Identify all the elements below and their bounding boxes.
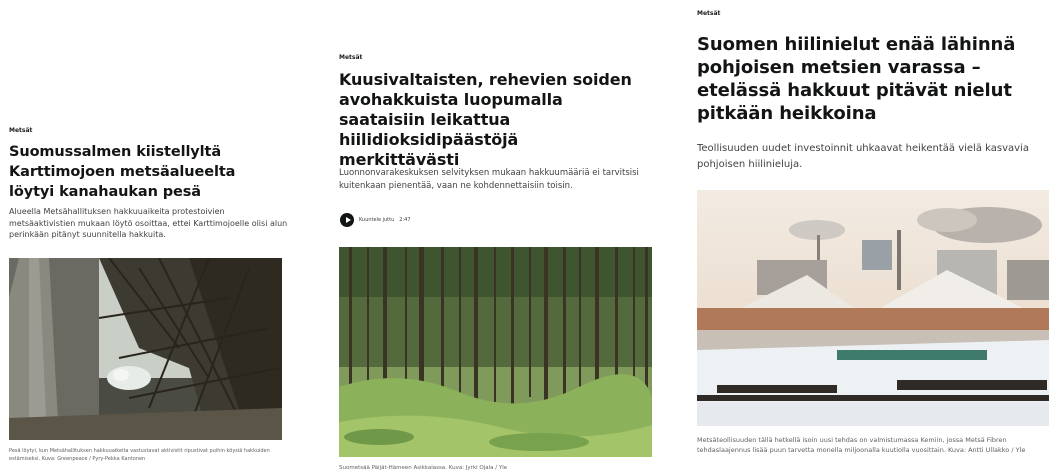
- listen-audio-button[interactable]: Kuuntele juttu 2:47: [340, 213, 411, 227]
- article-title[interactable]: Kuusivaltaisten, rehevien soiden avohakk…: [339, 70, 639, 170]
- article-image[interactable]: [697, 190, 1049, 426]
- article-image[interactable]: [339, 247, 652, 457]
- image-caption: Pesä löytyi, kun Metsähallituksen hakkuu…: [9, 448, 270, 462]
- article-title[interactable]: Suomen hiilinielut enää lähinnä pohjoise…: [697, 33, 1042, 125]
- listen-duration: 2:47: [399, 217, 411, 223]
- listen-label[interactable]: Kuuntele juttu: [359, 217, 394, 223]
- category-label[interactable]: Metsät: [697, 10, 720, 17]
- article-lead: Teollisuuden uudet investoinnit uhkaavat…: [697, 143, 1029, 170]
- category-label[interactable]: Metsät: [339, 54, 362, 61]
- article-image[interactable]: [9, 258, 282, 440]
- image-caption: Suometsää Päijät-Hämeen Asikkalassa. Kuv…: [339, 465, 508, 471]
- play-icon[interactable]: [340, 213, 354, 227]
- article-title[interactable]: Suomussalmen kiistellyltä Karttimojoen m…: [9, 142, 281, 202]
- article-lead: Luonnonvarakeskuksen selvityksen mukaan …: [339, 168, 639, 191]
- article-lead: Alueella Metsähallituksen hakkuuaikeita …: [9, 207, 288, 239]
- category-label[interactable]: Metsät: [9, 127, 32, 134]
- image-caption: Metsäteollisuuden tällä hetkellä isoin u…: [697, 436, 1026, 454]
